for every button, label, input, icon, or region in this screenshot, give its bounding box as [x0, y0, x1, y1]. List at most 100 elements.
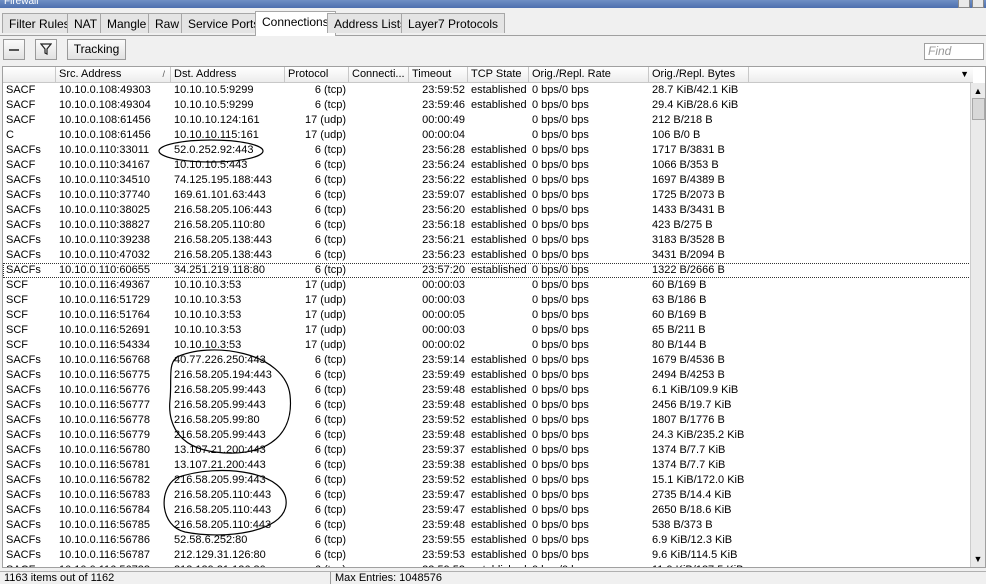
cell-timeout: 23:59:53 [422, 549, 465, 561]
table-row[interactable]: SACFs 10.10.0.116:56784 216.58.205.110:443… [3, 503, 971, 518]
table-row[interactable]: SCF 10.10.0.116:51764 10.10.10.3:53 17 (udp… [3, 308, 971, 323]
cell-bytes: 24.3 KiB/235.2 KiB [652, 429, 745, 441]
column-dropdown-icon[interactable]: ▼ [960, 69, 969, 79]
table-row[interactable]: SACFs 10.10.0.116:56768 40.77.226.250:443 6… [3, 353, 971, 368]
table-row[interactable]: SACFs 10.10.0.110:47032 216.58.205.138:443… [3, 248, 971, 263]
table-row[interactable]: SACFs 10.10.0.116:56778 216.58.205.99:80 6 … [3, 413, 971, 428]
table-row[interactable]: SACFs10.10.0.116:56788212.129.31.126:806… [3, 563, 971, 567]
cell-src-address: 10.10.0.116:56778 [59, 414, 150, 426]
cell-dst-address: 10.10.10.3:53 [174, 324, 242, 336]
table-row[interactable]: SACFs 10.10.0.116:56776 216.58.205.99:443 6… [3, 383, 971, 398]
table-row[interactable]: SACF 10.10.0.108:49303 10.10.10.5:9299 6 (t… [3, 83, 971, 98]
cell-dst-address: 216.58.205.99:443 [174, 429, 266, 441]
cell-tcp-state [468, 338, 529, 353]
column-header-connection-mark[interactable]: Connecti... [349, 67, 409, 82]
cell-src-address: 10.10.0.108:49303 [59, 84, 151, 96]
cell-tcp-state: established [468, 563, 529, 567]
scroll-down-icon[interactable]: ▼ [972, 553, 984, 565]
table-row[interactable]: SACF 10.10.0.108:61456 10.10.10.124:161 17 … [3, 113, 971, 128]
cell-dst-address: 216.58.205.110:443 [174, 489, 272, 501]
table-row[interactable]: SACFs 10.10.0.116:56775 216.58.205.194:443… [3, 368, 971, 383]
column-header-protocol[interactable]: Protocol [285, 67, 349, 82]
tab-mangle[interactable]: Mangle [100, 13, 154, 33]
tab-filter-rules[interactable]: Filter Rules [2, 13, 77, 33]
cell-protocol: 17 (udp) [305, 324, 346, 336]
column-header-src-address[interactable]: Src. Address / [56, 67, 171, 82]
table-row[interactable]: SACFs 10.10.0.110:39238 216.58.205.138:443… [3, 233, 971, 248]
table-row[interactable]: SCF 10.10.0.116:54334 10.10.10.3:53 17 (udp… [3, 338, 971, 353]
column-header-timeout[interactable]: Timeout [409, 67, 468, 82]
cell-tcp-state: established [471, 264, 527, 276]
cell-dst-address: 13.107.21.200:443 [174, 459, 266, 471]
cell-bytes: 212 B/218 B [652, 114, 713, 126]
cell-flags: SACFs [6, 534, 41, 546]
cell-src-address: 10.10.0.116:56786 [59, 534, 150, 546]
table-row[interactable]: SACFs 10.10.0.116:56779 216.58.205.99:443 6… [3, 428, 971, 443]
cell-src-address: 10.10.0.116:56776 [59, 384, 150, 396]
cell-bytes: 1374 B/7.7 KiB [652, 444, 726, 456]
scroll-up-icon[interactable]: ▲ [972, 85, 984, 97]
table-row[interactable]: SACFs 10.10.0.116:56783 216.58.205.110:443… [3, 488, 971, 503]
cell-protocol: 6 (tcp) [314, 219, 346, 231]
cell-dst-address: 216.58.205.99:80 [174, 414, 260, 426]
table-row[interactable]: SACF 10.10.0.108:49304 10.10.10.5:9299 6 (t… [3, 98, 971, 113]
cell-flags: SACFs [6, 474, 41, 486]
tab-service-ports[interactable]: Service Ports [181, 13, 267, 33]
tab-nat[interactable]: NAT [67, 13, 105, 33]
column-header-dst-address[interactable]: Dst. Address [171, 67, 285, 82]
cell-timeout: 23:59:37 [422, 444, 465, 456]
column-header-bytes[interactable]: Orig./Repl. Bytes [649, 67, 749, 82]
cell-rate: 0 bps/0 bps [532, 489, 589, 501]
cell-dst-address: 216.58.205.99:443 [174, 384, 266, 396]
cell-connection-mark [349, 488, 409, 503]
find-input[interactable]: Find [924, 43, 984, 60]
table-row[interactable]: SACFs 10.10.0.110:37740 169.61.101.63:443 6… [3, 188, 971, 203]
table-row[interactable]: SACFs 10.10.0.116:56787 212.129.31.126:80 6… [3, 548, 971, 563]
cell-protocol: 6 (tcp) [314, 159, 346, 171]
cell-src-address: 10.10.0.116:52691 [59, 324, 150, 336]
table-row[interactable]: SACFs 10.10.0.110:34510 74.125.195.188:443… [3, 173, 971, 188]
table-row[interactable]: SCF 10.10.0.116:51729 10.10.10.3:53 17 (udp… [3, 293, 971, 308]
close-window-button[interactable] [972, 0, 984, 8]
table-row[interactable]: SACFs 10.10.0.116:56780 13.107.21.200:443 6… [3, 443, 971, 458]
table-row[interactable]: SACFs 10.10.0.116:56781 13.107.21.200:443 6… [3, 458, 971, 473]
table-row[interactable]: SACFs 10.10.0.110:33011 52.0.252.92:443 6 (… [3, 143, 971, 158]
remove-button[interactable] [3, 39, 25, 60]
tracking-button[interactable]: Tracking [67, 39, 126, 60]
table-row[interactable]: SACFs 10.10.0.110:38025 216.58.205.106:443… [3, 203, 971, 218]
cell-protocol: 17 (udp) [305, 339, 346, 351]
table-row[interactable]: SACFs 10.10.0.110:60655 34.251.219.118:80 6… [3, 263, 971, 278]
table-row[interactable]: SACFs 10.10.0.116:56782 216.58.205.99:443 6… [3, 473, 971, 488]
column-header-tcp-state[interactable]: TCP State [468, 67, 529, 82]
cell-src-address: 10.10.0.116:56785 [59, 519, 150, 531]
cell-timeout: 23:56:21 [422, 234, 465, 246]
scroll-thumb[interactable] [972, 98, 985, 120]
column-header-rate[interactable]: Orig./Repl. Rate [529, 67, 649, 82]
cell-timeout: 23:59:48 [422, 429, 465, 441]
table-row[interactable]: SACF 10.10.0.110:34167 10.10.10.5:443 6 (tc… [3, 158, 971, 173]
tab-connections[interactable]: Connections [255, 11, 336, 36]
table-row[interactable]: SCF 10.10.0.116:52691 10.10.10.3:53 17 (udp… [3, 323, 971, 338]
column-header-flags[interactable] [3, 67, 56, 82]
cell-rate: 0 bps/0 bps [532, 504, 589, 516]
cell-protocol: 6 (tcp) [314, 534, 346, 546]
tab-layer7-protocols[interactable]: Layer7 Protocols [401, 13, 506, 33]
table-row[interactable]: C 10.10.0.108:61456 10.10.10.115:161 17 (ud… [3, 128, 971, 143]
restore-window-button[interactable] [958, 0, 970, 8]
filter-button[interactable] [35, 39, 57, 60]
vertical-scrollbar[interactable]: ▲ ▼ [970, 83, 985, 567]
cell-bytes: 2650 B/18.6 KiB [652, 504, 732, 516]
cell-timeout: 23:59:07 [422, 189, 465, 201]
cell-connection-mark [349, 338, 409, 353]
cell-protocol: 6 (tcp) [314, 504, 346, 516]
table-row[interactable]: SACFs 10.10.0.110:38827 216.58.205.110:80 6… [3, 218, 971, 233]
cell-bytes: 1374 B/7.7 KiB [652, 459, 726, 471]
table-row[interactable]: SCF 10.10.0.116:49367 10.10.10.3:53 17 (udp… [3, 278, 971, 293]
cell-protocol: 6 (tcp) [314, 384, 346, 396]
max-entries: Max Entries: 1048576 [335, 572, 443, 584]
cell-src-address: 10.10.0.116:56780 [59, 444, 150, 456]
table-row[interactable]: SACFs 10.10.0.116:56786 52.58.6.252:80 6 (t… [3, 533, 971, 548]
table-row[interactable]: SACFs 10.10.0.116:56777 216.58.205.99:443 6… [3, 398, 971, 413]
cell-flags: SACFs [6, 444, 41, 456]
table-row[interactable]: SACFs 10.10.0.116:56785 216.58.205.110:443… [3, 518, 971, 533]
